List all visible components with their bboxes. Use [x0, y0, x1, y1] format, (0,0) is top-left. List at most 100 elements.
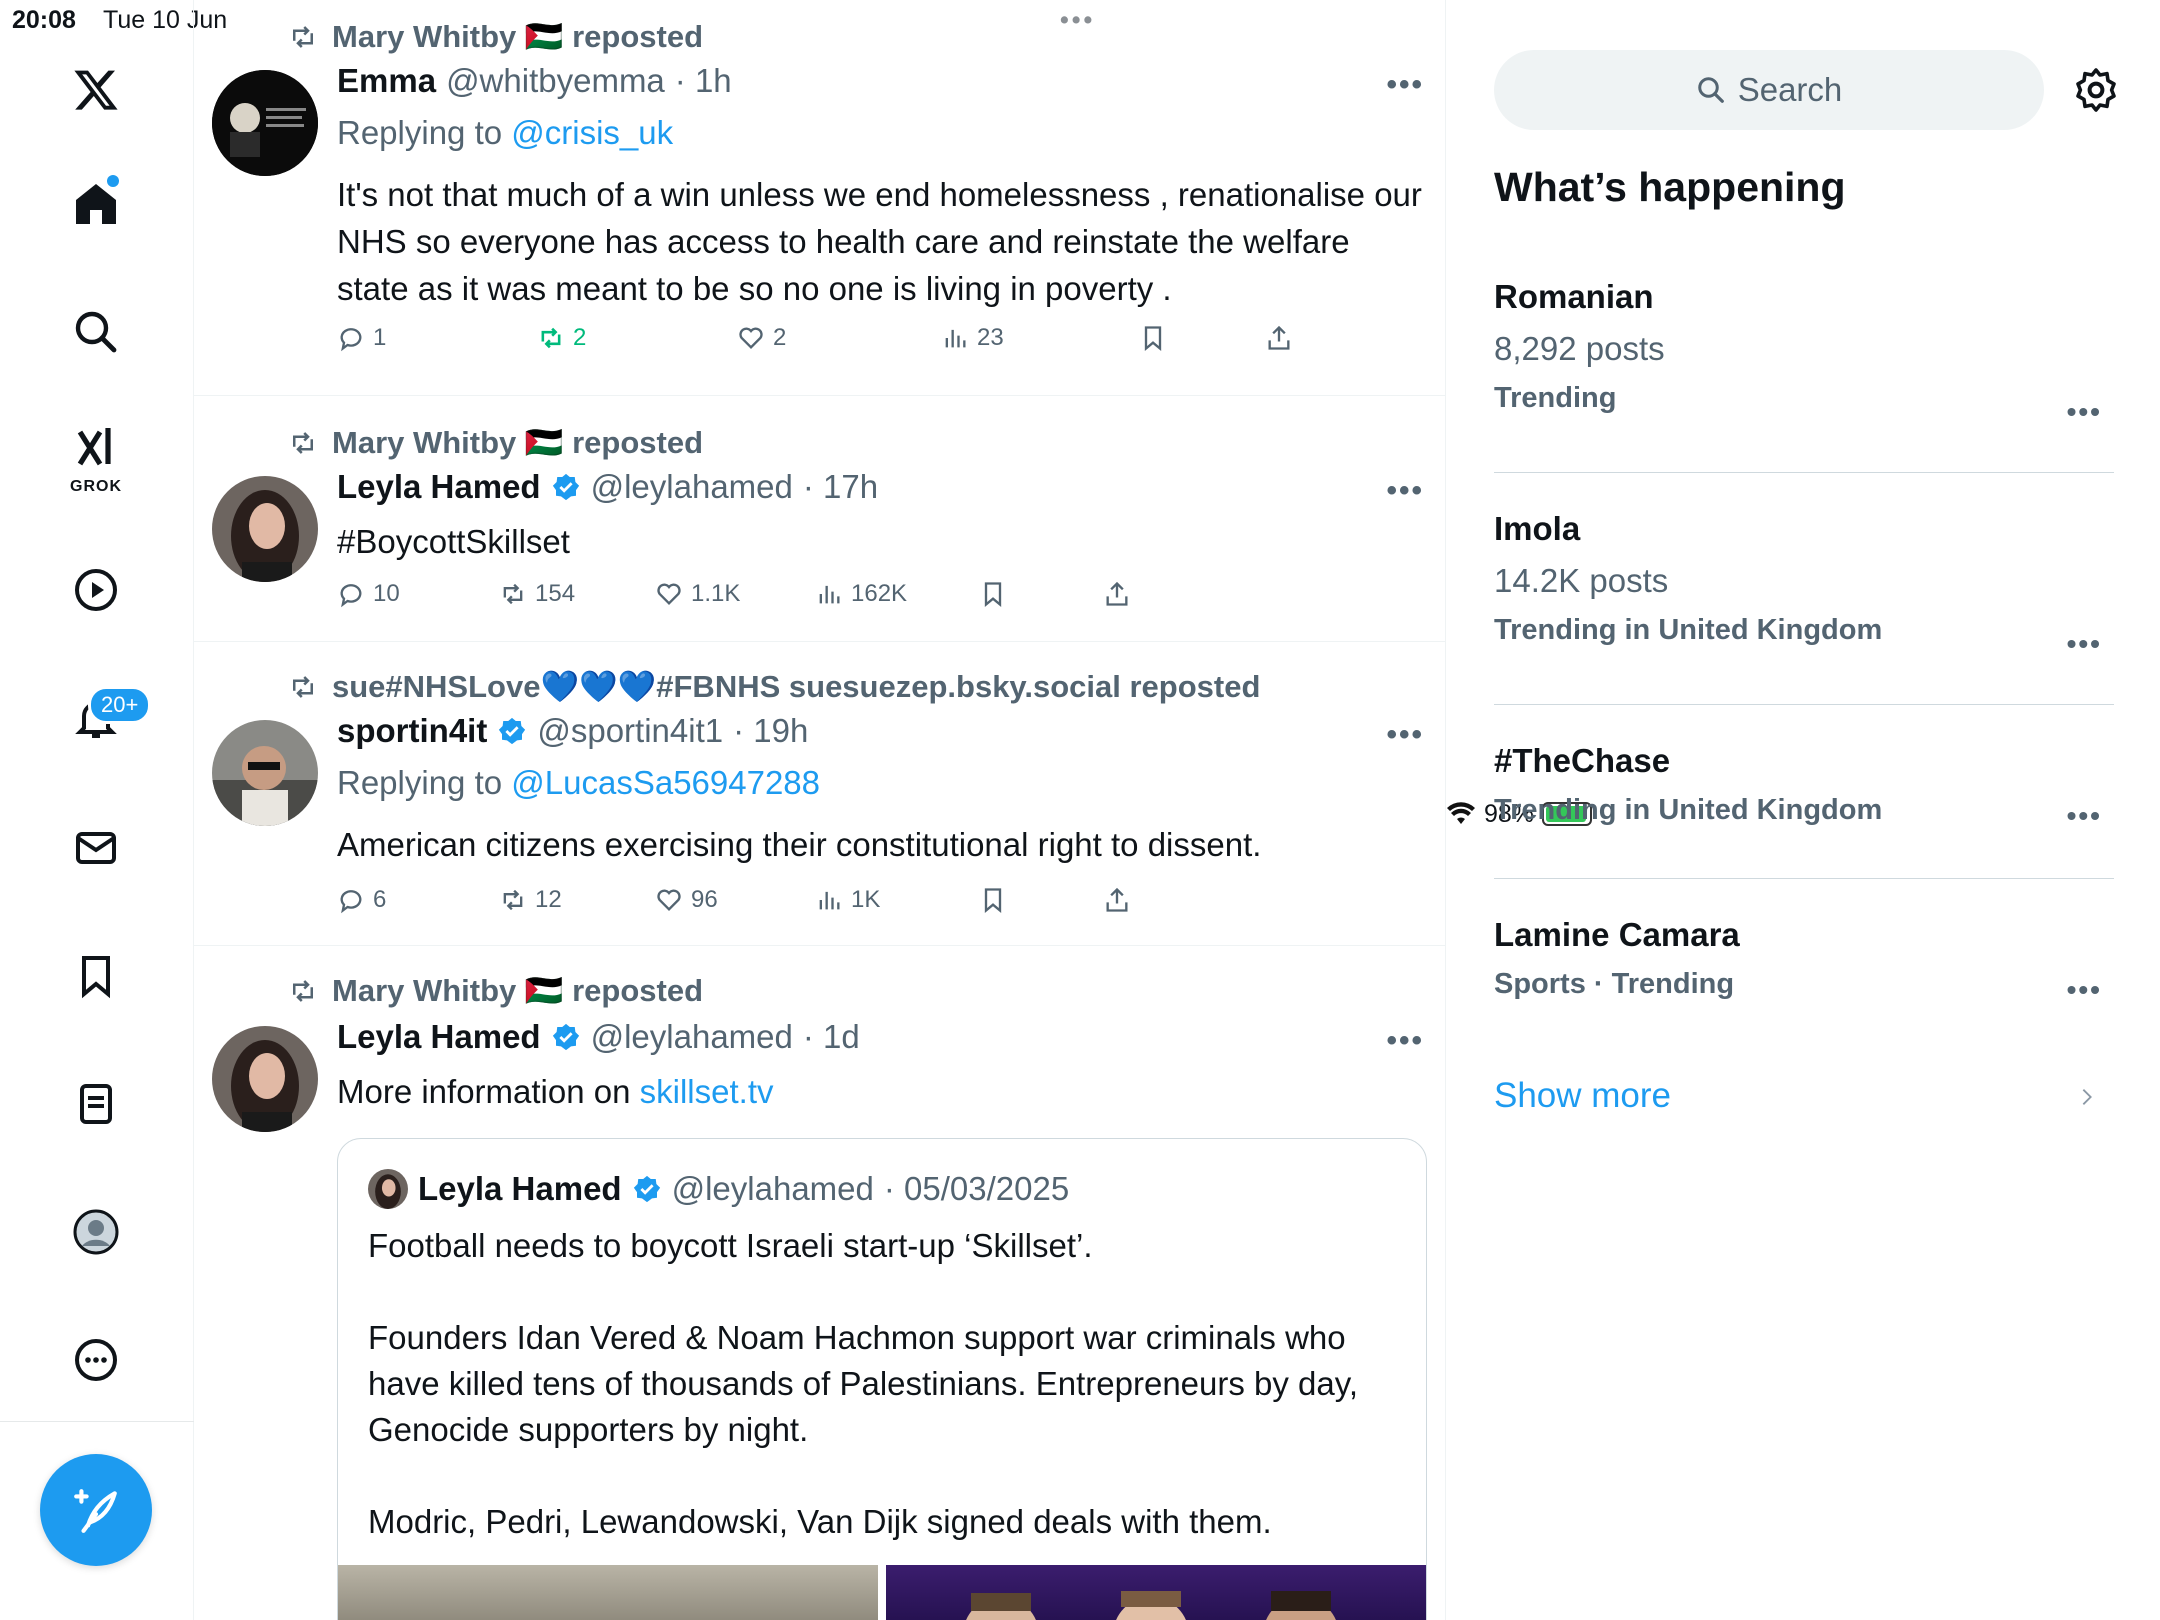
- video-play-icon[interactable]: [56, 550, 136, 630]
- trend-more-icon[interactable]: •••: [2067, 628, 2102, 660]
- quote-avatar: [368, 1169, 408, 1209]
- timestamp[interactable]: · 1h: [675, 62, 732, 100]
- share-icon: [1268, 325, 1290, 350]
- more-options-icon[interactable]: [56, 1320, 136, 1400]
- replying-to-link[interactable]: @crisis_uk: [511, 114, 673, 151]
- trend-item[interactable]: #TheChase Trending in United Kingdom •••: [1494, 742, 2114, 831]
- timestamp[interactable]: · 17h: [803, 468, 878, 506]
- trend-item[interactable]: Lamine Camara Sports · Trending •••: [1494, 916, 2114, 1005]
- author-name[interactable]: Leyla Hamed: [337, 1018, 541, 1056]
- author-handle[interactable]: @leylahamed: [591, 1018, 793, 1056]
- avatar[interactable]: [212, 1026, 318, 1132]
- trend-item[interactable]: Romanian 8,292 posts Trending •••: [1494, 278, 2114, 427]
- tweet-more-icon[interactable]: •••: [1386, 1024, 1424, 1058]
- tweet[interactable]: Mary Whitby 🇵🇸 reposted Leyla Hamed @ley…: [194, 946, 1445, 1620]
- trend-meta: Trending in United Kingdom: [1494, 614, 1883, 646]
- show-more-link[interactable]: Show more: [1494, 1076, 1671, 1116]
- quoted-tweet[interactable]: Leyla Hamed @leylahamed · 05/03/2025 Foo…: [337, 1138, 1427, 1620]
- like-button[interactable]: 1.1K: [655, 580, 740, 608]
- bookmark-icon: [984, 888, 1002, 913]
- views-button[interactable]: 162K: [815, 580, 907, 608]
- views-chart-icon: [819, 891, 840, 910]
- share-button[interactable]: [1103, 580, 1131, 608]
- trend-more-icon[interactable]: •••: [2067, 800, 2102, 832]
- tweet-more-icon[interactable]: •••: [1386, 718, 1424, 752]
- repost-context: sue#NHSLove💙💙💙#FBNHS suesuezep.bsky.soci…: [286, 668, 1260, 705]
- trend-meta: Trending in United Kingdom: [1494, 794, 1883, 826]
- author-name[interactable]: Leyla Hamed: [337, 468, 541, 506]
- nav-divider: [0, 1421, 194, 1422]
- trend-name: Romanian: [1494, 278, 1654, 315]
- trend-item[interactable]: Imola 14.2K posts Trending in United Kin…: [1494, 510, 2114, 659]
- lists-icon[interactable]: [56, 1064, 136, 1144]
- repost-button[interactable]: 2: [537, 324, 586, 352]
- share-button[interactable]: [1103, 886, 1131, 914]
- like-button[interactable]: 96: [655, 886, 718, 914]
- timestamp[interactable]: · 1d: [803, 1018, 860, 1056]
- share-button[interactable]: [1265, 324, 1293, 352]
- tweet-more-icon[interactable]: •••: [1386, 68, 1424, 102]
- tweet[interactable]: Mary Whitby 🇵🇸 reposted Leyla Hamed @ley…: [194, 396, 1445, 642]
- bookmark-button[interactable]: [979, 886, 1007, 914]
- author-handle[interactable]: @leylahamed: [591, 468, 793, 506]
- quote-media-image[interactable]: [338, 1565, 878, 1620]
- tweet-text: More information on skillset.tv: [337, 1073, 774, 1110]
- bookmarks-icon[interactable]: [56, 936, 136, 1016]
- repost-icon: [293, 431, 313, 454]
- search-icon[interactable]: [56, 292, 136, 372]
- section-title: What’s happening: [1494, 164, 1846, 210]
- bookmark-icon: [1144, 326, 1162, 351]
- avatar[interactable]: [212, 720, 318, 826]
- reply-icon: [340, 328, 362, 352]
- tweet[interactable]: sue#NHSLove💙💙💙#FBNHS suesuezep.bsky.soci…: [194, 642, 1445, 946]
- verified-badge-icon: [633, 1175, 660, 1203]
- tweet-header: Leyla Hamed @leylahamed · 17h: [337, 468, 878, 506]
- trend-count: 8,292 posts: [1494, 330, 1665, 367]
- home-icon[interactable]: [56, 164, 136, 244]
- hashtag-link[interactable]: #BoycottSkillset: [337, 518, 1427, 565]
- timestamp[interactable]: · 19h: [733, 712, 808, 750]
- compose-post-button[interactable]: [40, 1454, 152, 1566]
- repost-button[interactable]: 12: [499, 886, 562, 914]
- avatar[interactable]: [212, 70, 318, 176]
- settings-gear-icon[interactable]: [2072, 66, 2120, 114]
- repost-button[interactable]: 154: [499, 580, 575, 608]
- views-button[interactable]: 1K: [815, 886, 880, 914]
- tweet-text: American citizens exercising their const…: [337, 826, 1262, 863]
- grok-icon[interactable]: [56, 416, 136, 480]
- trend-name: #TheChase: [1494, 742, 1671, 779]
- bookmark-button[interactable]: [979, 580, 1007, 608]
- author-name[interactable]: Emma: [337, 62, 436, 100]
- messages-mail-icon[interactable]: [56, 808, 136, 888]
- x-logo-icon[interactable]: [56, 50, 136, 130]
- search-input[interactable]: Search: [1494, 50, 2044, 130]
- tweet-more-icon[interactable]: •••: [1386, 474, 1424, 508]
- like-button[interactable]: 2: [737, 324, 786, 352]
- author-handle[interactable]: @sportin4it1: [537, 712, 723, 750]
- tweet[interactable]: Mary Whitby 🇵🇸 reposted Emma @whitbyemma…: [194, 0, 1445, 396]
- quote-media-image[interactable]: [886, 1565, 1426, 1620]
- heart-icon: [657, 583, 681, 605]
- replying-to-link[interactable]: @LucasSa56947288: [511, 764, 820, 801]
- avatar[interactable]: [212, 476, 318, 582]
- author-name[interactable]: sportin4it: [337, 712, 487, 750]
- bookmark-button[interactable]: [1139, 324, 1167, 352]
- reply-button[interactable]: 1: [337, 324, 386, 352]
- reply-button[interactable]: 10: [337, 580, 400, 608]
- trend-more-icon[interactable]: •••: [2067, 974, 2102, 1006]
- bookmark-icon: [984, 582, 1002, 607]
- trend-more-icon[interactable]: •••: [2067, 396, 2102, 428]
- tweet-actions: 1 2 2 23: [337, 324, 1337, 364]
- repost-icon: [541, 327, 561, 349]
- divider: [1494, 472, 2114, 473]
- share-icon: [1106, 581, 1128, 606]
- external-link[interactable]: skillset.tv: [640, 1073, 774, 1110]
- trend-name: Lamine Camara: [1494, 916, 1740, 953]
- views-button[interactable]: 23: [941, 324, 1004, 352]
- profile-avatar-icon[interactable]: [56, 1192, 136, 1272]
- reply-button[interactable]: 6: [337, 886, 386, 914]
- divider: [1494, 704, 2114, 705]
- chevron-right-icon[interactable]: [2076, 1084, 2098, 1110]
- author-handle[interactable]: @whitbyemma: [446, 62, 665, 100]
- left-nav: GROK 20+: [0, 0, 194, 1620]
